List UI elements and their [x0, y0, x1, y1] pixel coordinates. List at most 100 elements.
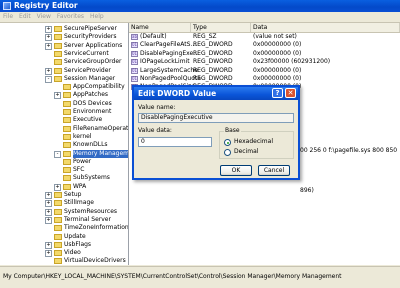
expand-toggle[interactable]: +: [45, 250, 52, 258]
close-button[interactable]: ✕: [285, 88, 296, 98]
tree-item[interactable]: SFC: [0, 166, 128, 174]
collapse-toggle[interactable]: -: [54, 150, 61, 158]
folder-icon: [63, 100, 71, 107]
value-row[interactable]: 01 IOPageLockLimit REG_DWORD 0x23f00000 (60…: [129, 58, 400, 66]
menu-edit[interactable]: Edit: [16, 12, 34, 22]
tree-item[interactable]: + Server Applications: [0, 42, 128, 50]
value-row[interactable]: 01 LargeSystemCache REG_DWORD 0x00000000 (0…: [129, 67, 400, 75]
expand-toggle[interactable]: +: [45, 241, 52, 249]
tree-item[interactable]: + ServiceProvider: [0, 67, 128, 75]
tree-item-label: Environment: [73, 108, 112, 115]
tree-item[interactable]: + Video: [0, 249, 128, 258]
tree-item-label: kernel: [73, 132, 92, 140]
expand-toggle[interactable]: +: [45, 200, 52, 208]
help-button[interactable]: ?: [272, 88, 283, 98]
decimal-label[interactable]: Decimal: [234, 148, 258, 156]
base-label: Base: [224, 127, 241, 135]
tree-item-label: ServiceGroupOrder: [64, 58, 122, 66]
tree-item-label: AppCompatibility: [73, 83, 125, 91]
registry-editor-icon: [3, 2, 11, 10]
tree-item[interactable]: Executive: [0, 116, 128, 124]
status-bar: My Computer\HKEY_LOCAL_MACHINE\SYSTEM\Cu…: [0, 266, 400, 288]
value-name: LargeSystemCache: [140, 66, 198, 74]
menu-view[interactable]: View: [34, 12, 54, 22]
folder-icon: [54, 42, 62, 49]
value-row[interactable]: 01 NonPagedPoolQuota REG_DWORD 0x00000000 (…: [129, 75, 400, 83]
value-type: REG_DWORD: [193, 66, 233, 74]
value-type: REG_DWORD: [193, 58, 233, 66]
binary-value-icon: 01: [131, 76, 138, 82]
value-row[interactable]: ab (Default) REG_SZ (value not set): [129, 33, 400, 41]
menu-help[interactable]: Help: [87, 12, 107, 22]
hexadecimal-radio[interactable]: [224, 139, 231, 146]
value-data-input[interactable]: 0: [138, 137, 212, 147]
tree-item-label: Update: [64, 232, 86, 240]
tree-item[interactable]: ServiceCurrent: [0, 50, 128, 58]
expand-toggle[interactable]: +: [45, 34, 52, 42]
expand-toggle[interactable]: +: [45, 208, 52, 216]
folder-icon: [63, 142, 71, 149]
expand-toggle[interactable]: +: [54, 92, 61, 100]
expand-toggle[interactable]: +: [45, 67, 52, 75]
tree-item-label: VirtualDeviceDrivers: [64, 257, 126, 265]
tree-item[interactable]: + WPA: [0, 183, 128, 191]
tree-item-label: Video: [64, 249, 81, 257]
tree-item[interactable]: FileRenameOperations: [0, 125, 128, 133]
decimal-radio[interactable]: [224, 149, 231, 156]
tree-item[interactable]: - Memory Management: [0, 149, 128, 158]
registry-tree-pane[interactable]: + SecurePipeServer + SecurityProviders + Serv…: [0, 23, 129, 265]
ok-button[interactable]: OK: [220, 165, 252, 176]
value-data: 0x00000000 (0): [253, 49, 302, 57]
tree-item[interactable]: kernel: [0, 132, 128, 141]
tree-item[interactable]: + StillImage: [0, 199, 128, 208]
tree-item[interactable]: Update: [0, 232, 128, 241]
folder-icon: [54, 75, 62, 82]
tree-item[interactable]: DOS Devices: [0, 100, 128, 108]
tree-item[interactable]: KnownDLLs: [0, 141, 128, 149]
folder-icon: [54, 59, 62, 66]
tree-item-label: Session Manager: [64, 74, 116, 82]
tree-item[interactable]: + SecurePipeServer: [0, 25, 128, 33]
value-data: 0x23f00000 (602931200): [253, 58, 331, 66]
tree-item[interactable]: Power: [0, 158, 128, 166]
value-data-fragment: 00 256 0 f:\pagefile.sys 800 850: [300, 147, 398, 154]
edit-dword-dialog: Edit DWORD Value ? ✕ Value name: Disable…: [132, 85, 300, 180]
tree-item[interactable]: TimeZoneInformation: [0, 224, 128, 232]
tree-item[interactable]: + SecurityProviders: [0, 33, 128, 42]
tree-item[interactable]: ServiceGroupOrder: [0, 58, 128, 66]
collapse-toggle[interactable]: -: [45, 75, 52, 83]
expand-toggle[interactable]: +: [54, 183, 61, 191]
expand-toggle[interactable]: +: [45, 216, 52, 224]
value-type: REG_DWORD: [193, 41, 233, 49]
folder-icon: [54, 258, 62, 265]
tree-item[interactable]: + Setup: [0, 191, 128, 199]
value-data: (value not set): [253, 33, 297, 40]
value-name: ClearPageFileAtS...: [140, 41, 197, 49]
column-header-type[interactable]: Type: [191, 23, 251, 32]
column-header-data[interactable]: Data: [251, 23, 400, 32]
cancel-button[interactable]: Cancel: [258, 165, 290, 176]
value-row[interactable]: 01 ClearPageFileAtS... REG_DWORD 0x00000000…: [129, 41, 400, 49]
tree-item[interactable]: VirtualDeviceDrivers: [0, 257, 128, 265]
tree-item[interactable]: Environment: [0, 108, 128, 116]
expand-toggle[interactable]: +: [45, 42, 52, 50]
column-header-name[interactable]: Name: [129, 23, 191, 32]
tree-item[interactable]: + UsbFlags: [0, 241, 128, 249]
tree-item-label: Terminal Server: [64, 215, 111, 223]
value-row[interactable]: 01 DisablePagingExe... REG_DWORD 0x00000000…: [129, 50, 400, 58]
binary-value-icon: 01: [131, 50, 138, 57]
menu-favorites[interactable]: Favorites: [54, 12, 87, 22]
expand-toggle[interactable]: +: [45, 26, 52, 33]
menu-file[interactable]: File: [0, 12, 16, 22]
value-type: REG_SZ: [193, 33, 217, 40]
tree-item[interactable]: + Terminal Server: [0, 215, 128, 224]
tree-item[interactable]: + SystemResources: [0, 208, 128, 216]
tree-item[interactable]: + AppPatches: [0, 91, 128, 100]
hexadecimal-label[interactable]: Hexadecimal: [234, 138, 273, 146]
tree-item[interactable]: SubSystems: [0, 174, 128, 182]
tree-item[interactable]: AppCompatibility: [0, 83, 128, 91]
folder-icon: [54, 50, 62, 57]
folder-icon: [63, 183, 71, 190]
expand-toggle[interactable]: +: [45, 192, 52, 199]
tree-item[interactable]: - Session Manager: [0, 74, 128, 83]
